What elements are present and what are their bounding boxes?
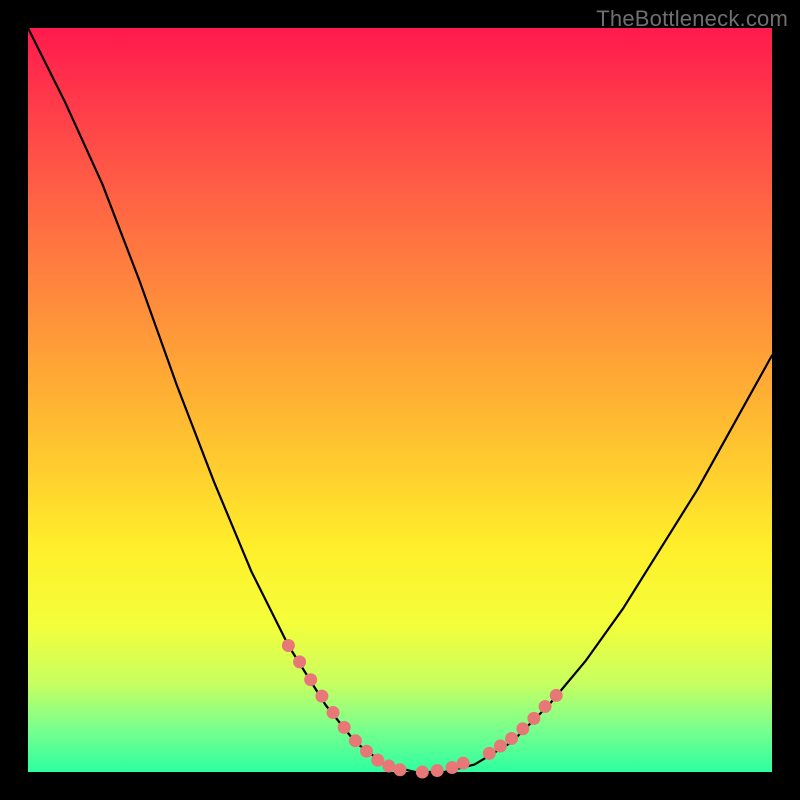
- curve-marker: [505, 732, 518, 745]
- curve-marker: [431, 764, 444, 777]
- curve-marker: [293, 655, 306, 668]
- curve-marker: [527, 712, 540, 725]
- curve-layer: [28, 28, 772, 772]
- curve-marker: [394, 763, 407, 776]
- curve-marker: [550, 689, 563, 702]
- curve-marker: [416, 766, 429, 779]
- marker-group-right: [483, 689, 563, 760]
- curve-marker: [539, 700, 552, 713]
- curve-marker: [446, 761, 459, 774]
- curve-marker: [494, 740, 507, 753]
- curve-marker: [315, 690, 328, 703]
- chart-frame: TheBottleneck.com: [0, 0, 800, 800]
- curve-marker: [457, 757, 470, 770]
- curve-marker: [516, 722, 529, 735]
- curve-marker: [282, 639, 295, 652]
- curve-marker: [327, 706, 340, 719]
- curve-marker: [360, 745, 373, 758]
- curve-marker: [338, 721, 351, 734]
- curve-marker: [483, 747, 496, 760]
- plot-area: [28, 28, 772, 772]
- curve-marker: [349, 734, 362, 747]
- curve-marker: [304, 673, 317, 686]
- curve-marker: [371, 754, 384, 767]
- curve-marker: [382, 760, 395, 773]
- marker-group-left: [282, 639, 470, 779]
- watermark-text: TheBottleneck.com: [596, 6, 788, 32]
- bottleneck-curve: [28, 28, 772, 772]
